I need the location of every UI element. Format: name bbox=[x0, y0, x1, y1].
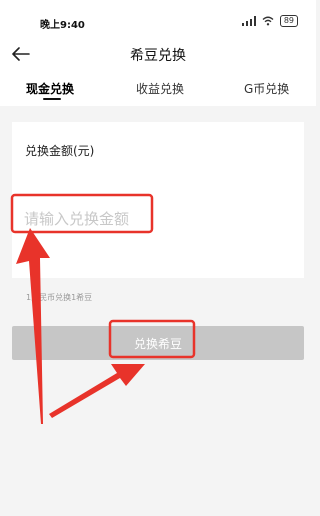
exchange-button[interactable]: 兑换希豆 bbox=[12, 326, 304, 360]
battery-indicator: 89 bbox=[279, 15, 298, 27]
status-time: 晚上9:40 bbox=[40, 20, 85, 31]
tab-gcoin-exchange[interactable]: G币兑换 bbox=[244, 80, 289, 97]
status-bar: 晚上9:40 89 bbox=[0, 0, 316, 38]
exchange-rate-text: 1人民币兑换1希豆 bbox=[26, 293, 93, 302]
status-icons: 89 bbox=[241, 15, 298, 27]
active-tab-indicator bbox=[43, 98, 61, 100]
exchange-card: 兑换金额(元) bbox=[12, 122, 304, 278]
signal-icon bbox=[241, 16, 256, 26]
tab-earnings-exchange[interactable]: 收益兑换 bbox=[136, 80, 184, 97]
page-title: 希豆兑换 bbox=[130, 48, 186, 64]
annotation-arrow-right bbox=[49, 364, 145, 418]
tab-bar: 现金兑换 收益兑换 G币兑换 bbox=[0, 70, 316, 106]
wifi-icon bbox=[262, 16, 274, 26]
tab-cash-exchange[interactable]: 现金兑换 bbox=[26, 80, 74, 97]
amount-input[interactable] bbox=[24, 202, 274, 236]
top-bar: 希豆兑换 bbox=[0, 38, 316, 70]
amount-label: 兑换金额(元) bbox=[25, 144, 95, 158]
